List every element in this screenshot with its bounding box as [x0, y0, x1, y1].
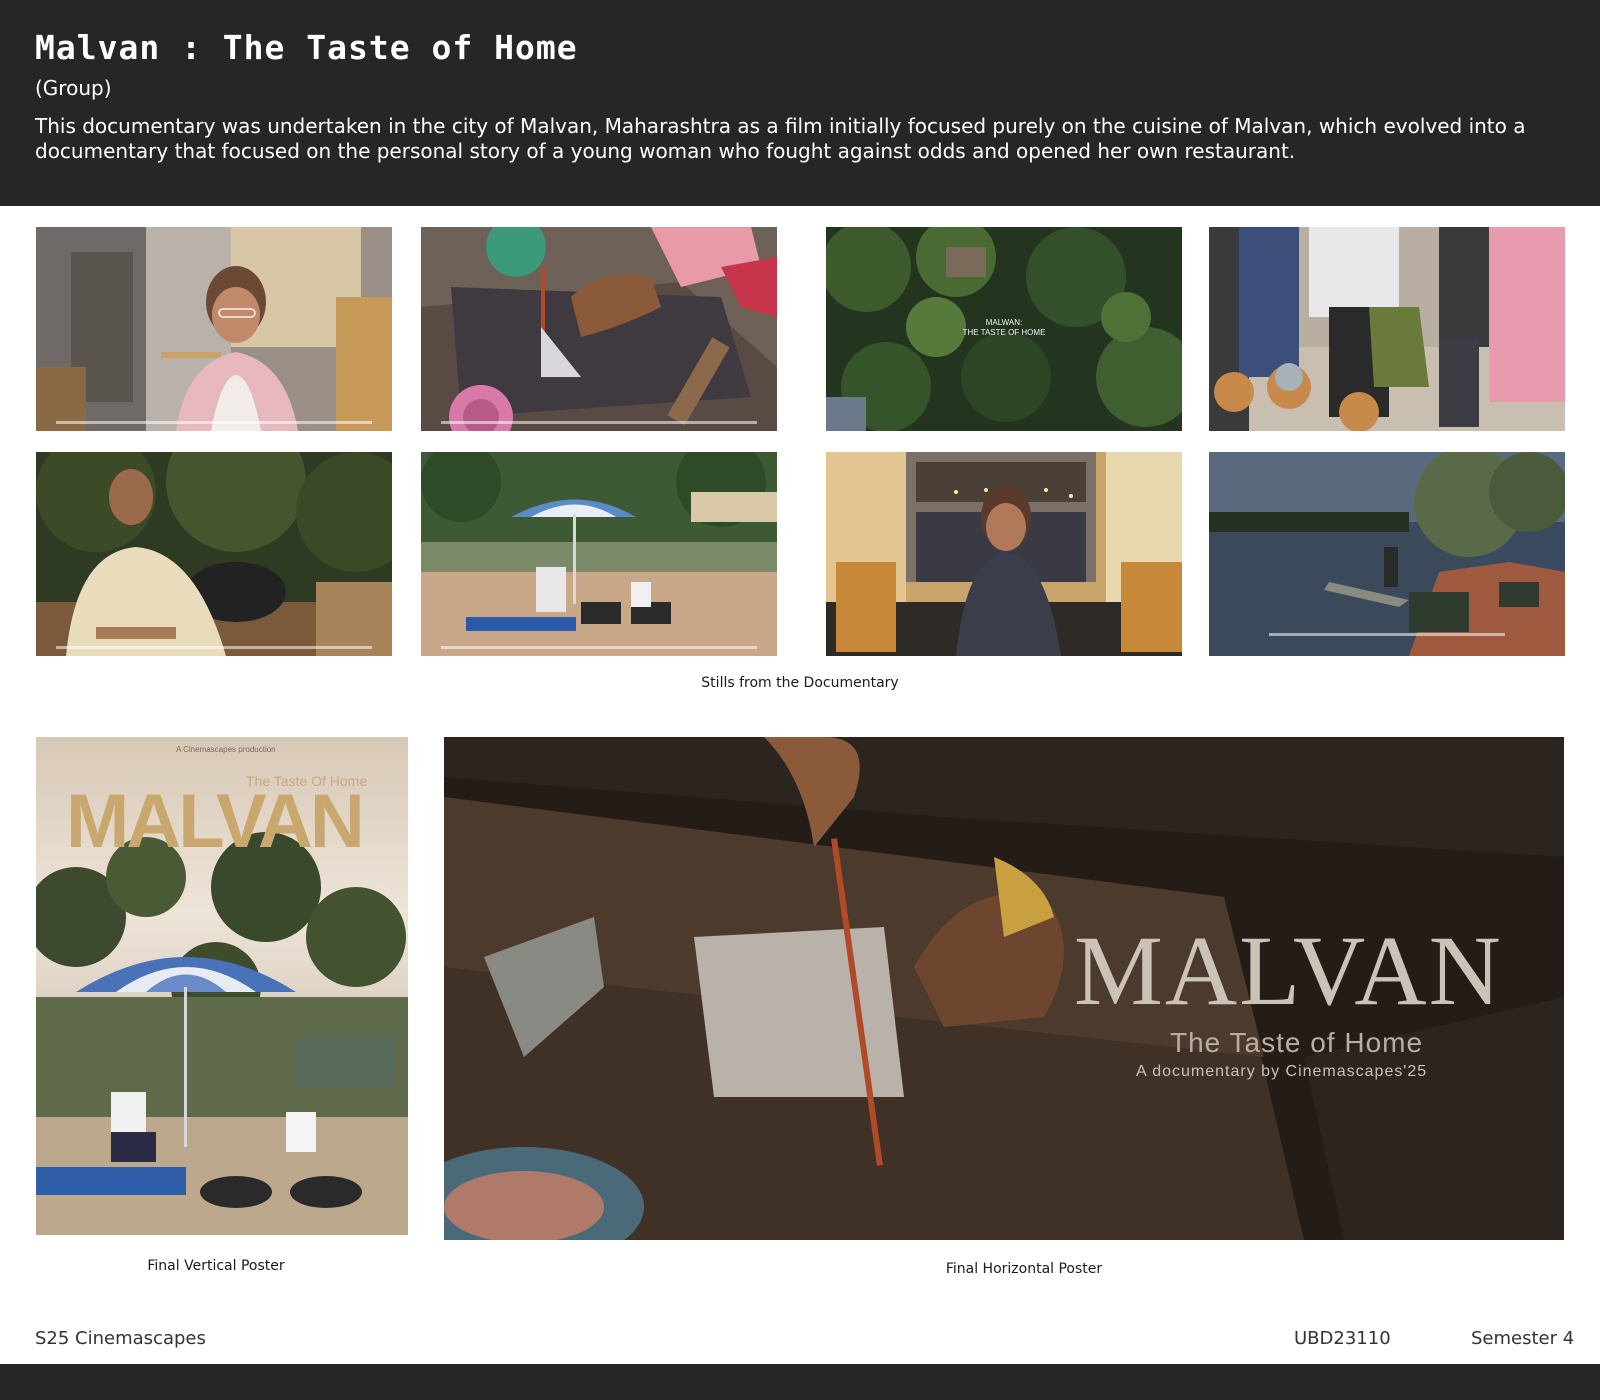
vertical-poster: A Cinemascapes production The Taste Of H…: [36, 737, 408, 1235]
horizontal-poster-tagline: The Taste of Home: [1170, 1027, 1424, 1058]
still-beach-stall: [421, 452, 777, 656]
horizontal-poster-credit: A documentary by Cinemascapes'25: [1136, 1063, 1428, 1080]
subtitle-line: [1269, 633, 1505, 636]
footer-course: S25 Cinemascapes: [35, 1328, 206, 1349]
still-river-boats: [1209, 452, 1565, 656]
still-fish-market: [1209, 227, 1565, 431]
subtitle-line: [441, 421, 757, 424]
footer-code: UBD23110: [1294, 1328, 1391, 1349]
horizontal-poster: MALVAN The Taste of Home A documentary b…: [444, 737, 1564, 1240]
vertical-poster-production: A Cinemascapes production: [176, 745, 276, 754]
subtitle-line: [56, 646, 372, 649]
stills-caption: Stills from the Documentary: [701, 675, 899, 691]
aerial-title-text: MALWAN: THE TASTE OF HOME: [826, 318, 1182, 338]
still-fish-cutting: [421, 227, 777, 431]
vertical-poster-title: MALVAN: [66, 779, 365, 864]
page-subtitle: (Group): [35, 76, 112, 100]
horizontal-poster-title: MALVAN: [1074, 915, 1503, 1026]
page-description: This documentary was undertaken in the c…: [35, 114, 1526, 163]
still-aerial-title-card: MALWAN: THE TASTE OF HOME: [826, 227, 1182, 431]
vertical-poster-caption: Final Vertical Poster: [147, 1258, 285, 1274]
aerial-title-line2: THE TASTE OF HOME: [962, 328, 1046, 337]
horizontal-poster-caption: Final Horizontal Poster: [945, 1261, 1103, 1277]
still-restaurant-owner: [826, 452, 1182, 656]
still-young-woman-restaurant: [36, 227, 392, 431]
subtitle-line: [441, 646, 757, 649]
page-title: Malvan : The Taste of Home: [35, 28, 578, 67]
footer-semester: Semester 4: [1471, 1328, 1575, 1349]
header-band: Malvan : The Taste of Home (Group) This …: [0, 0, 1600, 206]
still-old-man-forest: [36, 452, 392, 656]
subtitle-line: [56, 421, 372, 424]
aerial-title-line1: MALWAN:: [985, 318, 1023, 327]
bottom-band: [0, 1364, 1600, 1400]
